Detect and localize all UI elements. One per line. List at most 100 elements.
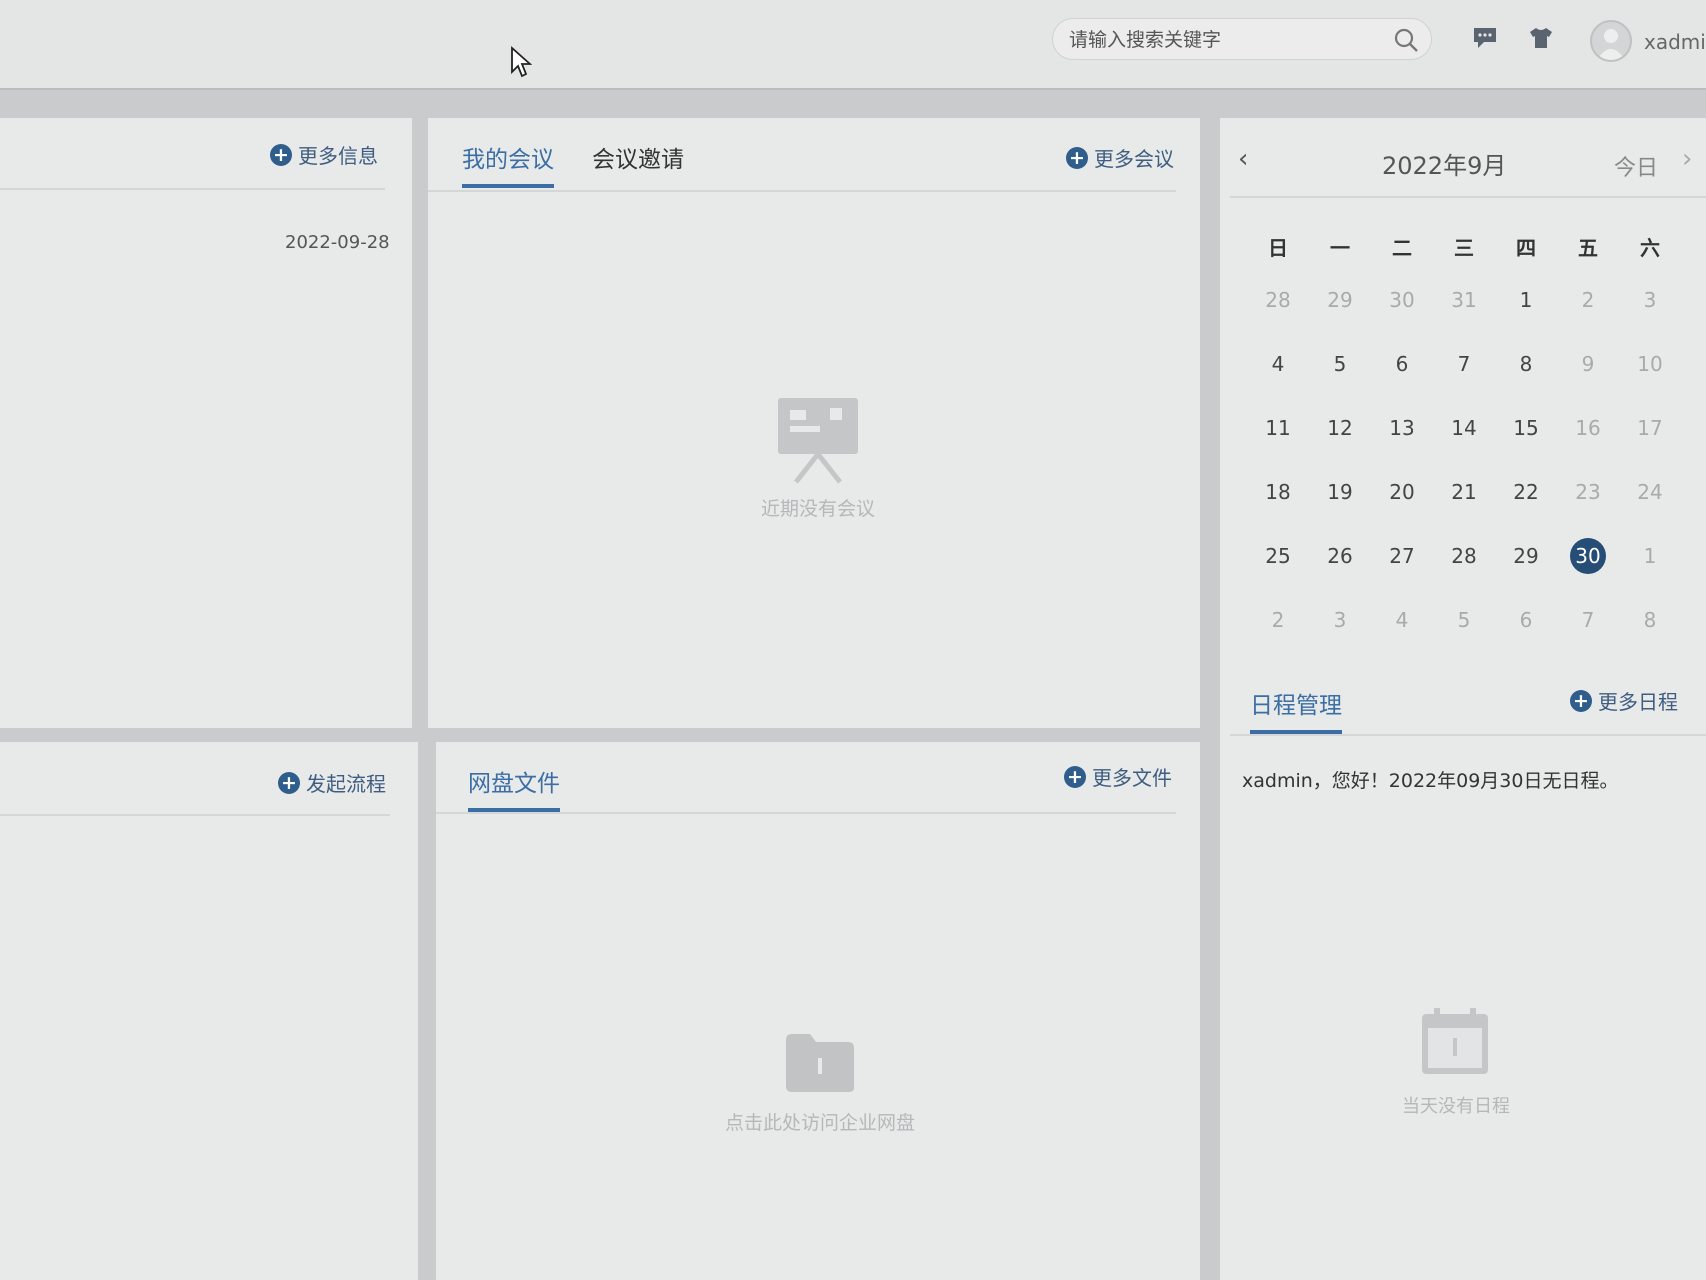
calendar-title: 2022年9月 xyxy=(1382,152,1507,180)
flow-panel xyxy=(0,742,418,1280)
calendar-day[interactable]: 2 xyxy=(1557,268,1619,332)
top-bar: xadmin xyxy=(0,0,1706,90)
calendar-day-number: 30 xyxy=(1389,288,1415,312)
calendar-day[interactable]: 11 xyxy=(1247,396,1309,460)
calendar-day-number: 18 xyxy=(1265,480,1291,504)
info-panel xyxy=(0,118,412,728)
plus-circle-icon: + xyxy=(1570,689,1592,712)
disk-panel xyxy=(436,742,1200,1280)
calendar-day[interactable]: 24 xyxy=(1619,460,1681,524)
calendar-weekday: 二 xyxy=(1392,236,1412,260)
calendar-day[interactable]: 10 xyxy=(1619,332,1681,396)
calendar-day[interactable]: 5 xyxy=(1309,332,1371,396)
calendar-day[interactable]: 13 xyxy=(1371,396,1433,460)
calendar-day[interactable]: 12 xyxy=(1309,396,1371,460)
message-icon[interactable] xyxy=(1472,26,1498,54)
divider xyxy=(1230,196,1706,198)
calendar-weekday: 六 xyxy=(1640,236,1660,260)
calendar-today-button[interactable]: 今日 xyxy=(1614,150,1658,182)
calendar-weekday: 三 xyxy=(1454,236,1474,260)
calendar-empty-icon xyxy=(1420,1006,1490,1080)
calendar-day[interactable]: 22 xyxy=(1495,460,1557,524)
more-schedule-button[interactable]: + 更多日程 xyxy=(1570,686,1678,715)
calendar-day[interactable]: 3 xyxy=(1619,268,1681,332)
calendar-day[interactable]: 3 xyxy=(1309,588,1371,652)
calendar-day[interactable]: 5 xyxy=(1433,588,1495,652)
calendar-day-today[interactable]: 30 xyxy=(1557,524,1619,588)
calendar-day[interactable]: 14 xyxy=(1433,396,1495,460)
calendar-day[interactable]: 19 xyxy=(1309,460,1371,524)
folder-icon[interactable] xyxy=(784,1032,856,1098)
calendar-day-number: 19 xyxy=(1327,480,1353,504)
search-box[interactable] xyxy=(1052,18,1432,60)
more-meetings-button[interactable]: + 更多会议 xyxy=(1066,143,1174,172)
search-input[interactable] xyxy=(1067,27,1371,53)
calendar-day[interactable]: 17 xyxy=(1619,396,1681,460)
start-flow-button[interactable]: + 发起流程 xyxy=(278,768,386,797)
calendar-day[interactable]: 25 xyxy=(1247,524,1309,588)
calendar-day-number: 2 xyxy=(1581,288,1595,312)
calendar-day[interactable]: 31 xyxy=(1433,268,1495,332)
calendar-prev-button[interactable]: ‹ xyxy=(1238,144,1248,174)
calendar-day[interactable]: 28 xyxy=(1247,268,1309,332)
calendar-day[interactable]: 7 xyxy=(1557,588,1619,652)
calendar-day[interactable]: 2 xyxy=(1247,588,1309,652)
calendar-day[interactable]: 15 xyxy=(1495,396,1557,460)
tab-schedule[interactable]: 日程管理 xyxy=(1250,686,1342,734)
search-icon[interactable] xyxy=(1393,27,1419,57)
calendar-day-number: 3 xyxy=(1643,288,1657,312)
tab-disk-files[interactable]: 网盘文件 xyxy=(468,764,560,812)
calendar-day[interactable]: 16 xyxy=(1557,396,1619,460)
calendar-day[interactable]: 30 xyxy=(1371,268,1433,332)
more-info-label: 更多信息 xyxy=(298,144,378,168)
calendar-day-number: 29 xyxy=(1513,544,1539,568)
calendar-day[interactable]: 29 xyxy=(1309,268,1371,332)
calendar-day[interactable]: 8 xyxy=(1619,588,1681,652)
calendar-day[interactable]: 18 xyxy=(1247,460,1309,524)
calendar-day[interactable]: 20 xyxy=(1371,460,1433,524)
calendar-day-number: 1 xyxy=(1643,544,1657,568)
more-files-button[interactable]: + 更多文件 xyxy=(1064,762,1172,791)
tab-meeting-invitations[interactable]: 会议邀请 xyxy=(592,140,684,174)
plus-circle-icon: + xyxy=(1066,146,1088,169)
more-info-button[interactable]: + 更多信息 xyxy=(270,140,378,169)
divider xyxy=(0,814,390,816)
calendar-day-number: 29 xyxy=(1327,288,1353,312)
calendar-day-number: 28 xyxy=(1451,544,1477,568)
username[interactable]: xadmin xyxy=(1644,30,1706,54)
calendar-day-number: 1 xyxy=(1519,288,1533,312)
calendar-day[interactable]: 29 xyxy=(1495,524,1557,588)
calendar-day-number: 24 xyxy=(1637,480,1663,504)
calendar-day[interactable]: 6 xyxy=(1495,588,1557,652)
calendar-day-number: 13 xyxy=(1389,416,1415,440)
calendar-weekday: 日 xyxy=(1268,236,1288,260)
calendar-day-number: 7 xyxy=(1581,608,1595,632)
avatar[interactable] xyxy=(1590,20,1632,62)
calendar-day-number: 21 xyxy=(1451,480,1477,504)
calendar-day[interactable]: 4 xyxy=(1247,332,1309,396)
calendar-day[interactable]: 28 xyxy=(1433,524,1495,588)
visit-disk-link[interactable]: 点击此处访问企业网盘 xyxy=(710,1108,930,1135)
calendar-day[interactable]: 6 xyxy=(1371,332,1433,396)
calendar-day-number: 8 xyxy=(1643,608,1657,632)
calendar-day[interactable]: 21 xyxy=(1433,460,1495,524)
calendar-day[interactable]: 7 xyxy=(1433,332,1495,396)
calendar-day-number: 17 xyxy=(1637,416,1663,440)
skin-shirt-icon[interactable] xyxy=(1528,26,1554,54)
calendar-next-button[interactable]: › xyxy=(1682,144,1692,174)
calendar-weekday: 四 xyxy=(1516,236,1536,260)
calendar-day-number: 4 xyxy=(1395,608,1409,632)
calendar-day[interactable]: 1 xyxy=(1619,524,1681,588)
calendar-day[interactable]: 1 xyxy=(1495,268,1557,332)
calendar-day-number: 26 xyxy=(1327,544,1353,568)
more-files-label: 更多文件 xyxy=(1092,766,1172,790)
divider xyxy=(1230,734,1706,736)
calendar-day[interactable]: 9 xyxy=(1557,332,1619,396)
calendar-grid: 日一二三四五六 28 29 30 31 1 2 3 4 5 6 7 8 9 10 11 12 13 14 15 16 17… xyxy=(1247,228,1681,652)
calendar-day[interactable]: 4 xyxy=(1371,588,1433,652)
tab-my-meetings[interactable]: 我的会议 xyxy=(462,140,554,188)
calendar-day[interactable]: 8 xyxy=(1495,332,1557,396)
calendar-day[interactable]: 26 xyxy=(1309,524,1371,588)
calendar-day[interactable]: 27 xyxy=(1371,524,1433,588)
calendar-day[interactable]: 23 xyxy=(1557,460,1619,524)
